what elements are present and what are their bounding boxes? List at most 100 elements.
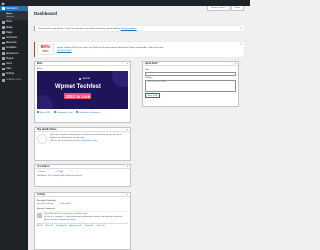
pages-count-link[interactable]: 1 Page [55,171,64,173]
panel-title: At a Glance [37,165,50,168]
page-icon [2,31,5,35]
panel-subtitle: Ekits [37,68,42,71]
wpmet-logo-text: wpmet [82,77,91,81]
banner-subtitle: 2023 is Live [64,93,92,100]
admin-sidebar: Dashboard Home Updates Posts Media Pages… [0,6,28,250]
promo-cta-link[interactable]: Get Deals Now! [57,50,72,52]
caret-icon[interactable]: ▴ [235,63,236,65]
count-all[interactable]: All (1) [37,225,42,227]
recent-post-link[interactable]: Hello world! [60,203,71,205]
banner-decoration [112,71,128,88]
plugin-icon [2,57,5,60]
folder-icon [2,47,5,50]
site-health-widget: Site Health Status ⌃ ⌄ ▴ Your site's healt… [34,127,131,161]
count-trash[interactable]: Trash (0) [96,225,104,227]
draft-title-input[interactable] [145,71,236,76]
at-a-glance-widget: At a Glance ⌃⌄▴ 4 Posts 1 Page WordPress… [34,164,131,187]
health-text: Your site's health is looking good, but … [50,134,128,143]
version-text: WordPress 6.4.2 running [37,174,60,177]
panel-controls: ⌃ ⌄ ▴ [121,63,128,65]
caret-icon[interactable]: ▴ [127,166,128,168]
save-draft-button[interactable]: Save Draft [145,93,160,99]
wpmet-link[interactable]: Elementor Tools [54,110,72,114]
wpmet-logo-icon [79,77,82,81]
pin-icon [2,21,5,24]
version-suffix: theme. [75,174,83,177]
promo-line: wpmet Techfest 2023 is live. Save up to … [57,46,164,49]
panel-controls: ⌃ ⌄ ▴ [121,129,128,131]
site-health-link[interactable]: Site Health screen [81,140,98,142]
chevron-down-icon[interactable]: ⌄ [124,166,126,168]
chevron-up-icon[interactable]: ⌃ [121,166,123,168]
panel-controls: ⌃ ⌄ ▴ [229,63,236,65]
chevron-up-icon[interactable]: ⌃ [121,194,123,196]
help-tab[interactable]: Help ▾ [230,6,244,11]
glance-counts: 4 Posts 1 Page [37,171,128,173]
notice-link[interactable]: Elementor Addon [121,28,137,30]
chevron-down-icon[interactable]: ⌄ [124,129,126,131]
count-pending[interactable]: Pending (0) [56,225,67,227]
wordpress-version: WordPress 6.4.2 running Hello Elementor … [37,175,128,177]
panel-title: Ekits [37,62,43,65]
collapse-icon [2,79,5,82]
quick-draft-widget: Quick Draft ⌃ ⌄ ▴ Title Content What's on … [142,61,239,107]
media-icon [2,26,5,29]
page-title: Dashboard [34,11,57,16]
panel-controls: ⌃ ⌄ ▴ [121,166,128,168]
chevron-up-icon[interactable]: ⌃ [229,63,231,65]
comment-icon [2,36,5,40]
wrench-icon [2,67,5,71]
comment-counts: All (1) Mine (0) Pending (0) Approved (1… [37,223,128,227]
comment-item: From A WordPress Commenter on Hello worl… [37,211,128,222]
brush-icon [2,52,5,55]
screen-options-tab[interactable]: Screen Options ▾ [207,6,230,11]
caret-icon[interactable]: ▴ [127,63,128,65]
wpmet-link[interactable]: Ekits 2023 [37,110,50,114]
posts-count-link[interactable]: 4 Posts [37,171,45,173]
panel-body: 4 Posts 1 Page WordPress 6.4.2 running H… [35,169,130,179]
count-spam[interactable]: Spam (0) [85,225,94,227]
link-icon [37,110,39,113]
comment-body: Hi, this is a comment. To get started wi… [44,216,123,221]
chevron-down-icon[interactable]: ⌄ [124,63,126,65]
wpmet-link[interactable]: Elementor Connector [76,110,100,114]
badge-sub: OFF! [42,49,49,53]
health-link-prefix: Take a look at the 6 items on the [50,140,80,143]
count-approved[interactable]: Approved (1) [70,225,82,227]
banner-decoration [37,95,53,110]
wpmet-links: Ekits 2023 Elementor Tools Elementor Con… [37,110,128,114]
dismiss-icon[interactable]: ✕ [240,43,242,46]
health-description: Your site's health is looking good, but … [50,134,122,140]
collapse-menu-button[interactable]: Collapse menu [0,78,28,83]
screen-meta-tabs: Screen Options ▾ Help ▾ [207,6,244,11]
admin-notice: Thank you for using Envato. To start the… [34,26,244,32]
draft-content-textarea[interactable]: What's on your mind? [145,79,236,92]
panel-body: Ekits wpmet Wpmet Techfest 2023 is Live … [35,66,130,116]
techfest-banner[interactable]: wpmet Wpmet Techfest 2023 is Live [37,71,128,110]
theme-link[interactable]: Hello Elementor [61,175,76,177]
chevron-up-icon[interactable]: ⌃ [121,63,123,65]
main-content: Screen Options ▾ Help ▾ Dashboard Thank … [28,6,250,250]
elementor-icon [2,41,5,45]
chevron-up-icon[interactable]: ⌃ [121,129,123,131]
sidebar-item-settings[interactable]: Settings [0,72,28,77]
wpmet-logo: wpmet [79,77,90,80]
caret-icon[interactable]: ▴ [127,194,128,196]
dashboard-icon [2,7,5,10]
panel-body: Your site's health is looking good, but … [35,132,130,146]
chevron-down-icon[interactable]: ⌄ [232,63,234,65]
health-status-circle-icon [37,134,47,145]
content-label: Content [145,76,153,79]
count-mine[interactable]: Mine (0) [45,225,53,227]
chevron-down-icon[interactable]: ⌄ [124,194,126,196]
panel-title: Site Health Status [37,128,57,131]
panel-title: Activity [37,193,46,196]
submenu-updates[interactable]: Updates [0,15,28,19]
panel-body: Title Content What's on your mind? Save … [143,66,238,100]
avatar [37,213,42,219]
activity-widget: Activity ⌃ ⌄ ▴ Recently Published Jan 3rd,… [34,192,131,250]
dismiss-icon[interactable]: ✕ [240,27,242,30]
link-icon [54,110,57,113]
caret-icon[interactable]: ▴ [127,129,128,131]
post-date: Jan 3rd, 10:00 am [37,203,54,206]
